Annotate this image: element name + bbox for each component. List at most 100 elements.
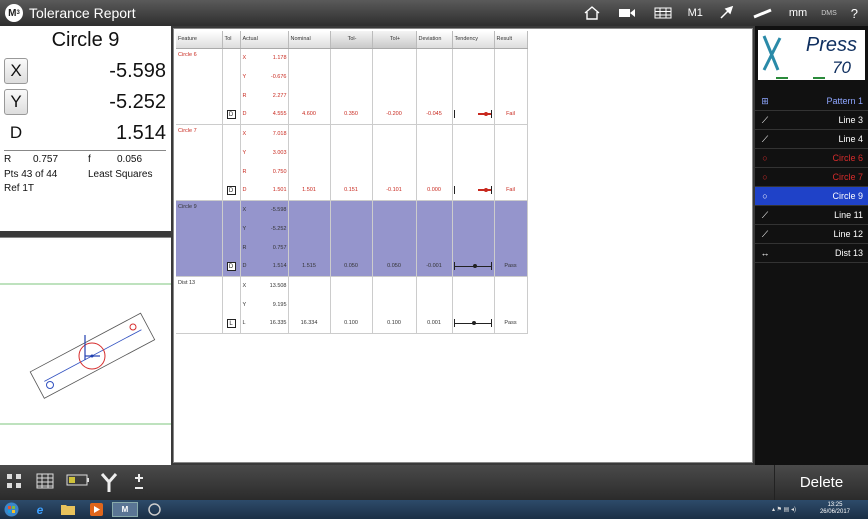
probe-icon[interactable] [719, 6, 735, 20]
actual-cell: L 16.335 [240, 314, 289, 334]
part-view[interactable] [0, 237, 171, 465]
table-row[interactable]: D D 1.501 1.501 0.151 -0.101 0.000 Fail [176, 181, 528, 201]
tol-minus-cell: 0.350 [330, 105, 373, 125]
column-header-deviation[interactable]: Deviation [416, 31, 453, 49]
actual-value: 3.003 [272, 149, 287, 156]
actual-value: -0.676 [270, 73, 287, 80]
tol-plus-cell [372, 238, 417, 257]
feature-list-item-circle-9[interactable]: ○ Circle 9 [755, 187, 868, 206]
angle-units-label[interactable]: DMS [821, 10, 837, 17]
tolerance-type-box[interactable]: L [226, 318, 236, 328]
table-row[interactable]: R 2.277 [176, 86, 528, 105]
feature-list-item-pattern-1[interactable]: ⊞ Pattern 1 [755, 92, 868, 111]
tendency-cell [452, 86, 495, 105]
system-clock[interactable]: 13:25 26/06/2017 [820, 502, 850, 516]
feature-list-item-dist-13[interactable]: ↔ Dist 13 [755, 244, 868, 263]
table-row[interactable]: Y 3.003 [176, 143, 528, 162]
start-icon[interactable] [2, 502, 20, 517]
feature-cell: Circle 6 [176, 48, 223, 67]
media-player-icon[interactable] [88, 502, 104, 517]
actual-value: 0.757 [272, 244, 287, 251]
feature-list-item-line-3[interactable]: ⟋ Line 3 [755, 111, 868, 130]
feature-list-item-line-4[interactable]: ⟋ Line 4 [755, 130, 868, 149]
column-header-tol-[interactable]: Tol+ [372, 31, 417, 49]
tol-cell [222, 86, 241, 105]
tol-cell: D [222, 105, 241, 125]
feature-list-item-circle-7[interactable]: ○ Circle 7 [755, 168, 868, 187]
tolerance-type-box[interactable]: D [226, 261, 236, 271]
column-header-feature[interactable]: Feature [176, 31, 223, 49]
feature-list-label: Line 12 [833, 229, 863, 239]
actual-cell: R 0.757 [240, 238, 289, 257]
feature-cell [176, 295, 223, 314]
tolerance-type-box[interactable]: D [226, 185, 236, 195]
table-row[interactable]: Y -5.252 [176, 219, 528, 238]
table-row[interactable]: R 0.750 [176, 162, 528, 181]
tolerance-y-icon[interactable] [100, 473, 118, 498]
tolerance-type-box[interactable]: D [226, 109, 236, 119]
column-header-nominal[interactable]: Nominal [288, 31, 331, 49]
axis-label: X [242, 206, 247, 213]
table-row[interactable]: Dist 13 X 13.508 [176, 276, 528, 295]
folder-icon[interactable] [60, 502, 76, 517]
deviation-cell [416, 67, 453, 86]
column-header-tol[interactable]: Tol [222, 31, 241, 49]
readout-row-y: Y -5.252 [4, 88, 166, 116]
tray-icons[interactable]: ▴ ⚑ ▤ ◂) [764, 502, 804, 517]
table-view-icon[interactable] [654, 7, 672, 19]
table-row[interactable]: L L 16.335 16.334 0.100 0.100 0.001 Pass [176, 314, 528, 334]
actual-cell: X 13.508 [240, 276, 289, 295]
column-header-tendency[interactable]: Tendency [452, 31, 495, 49]
tendency-cell [452, 257, 495, 277]
table-row[interactable]: R 0.757 [176, 238, 528, 257]
tol-plus-cell [372, 67, 417, 86]
feature-grid-icon[interactable] [6, 473, 22, 494]
deviation-cell [416, 238, 453, 257]
app-taskbar-button[interactable] [142, 502, 166, 517]
axis-label: Y [242, 73, 247, 80]
tol-plus-cell [372, 200, 417, 219]
home-icon[interactable] [584, 6, 600, 20]
result-cell [494, 295, 528, 314]
delete-button[interactable]: Delete [774, 465, 868, 500]
ruler-icon[interactable] [753, 7, 773, 19]
units-label[interactable]: mm [789, 7, 807, 19]
table-row[interactable]: Circle 7 X 7.018 [176, 124, 528, 143]
column-header-tol-[interactable]: Tol- [330, 31, 373, 49]
feature-list-item-line-12[interactable]: ⟋ Line 12 [755, 225, 868, 244]
result-cell [494, 143, 528, 162]
readout-panel: Circle 9 X -5.598 Y -5.252 D 1.514 R 0.7… [0, 26, 171, 231]
column-header-result[interactable]: Result [494, 31, 528, 49]
browser-icon[interactable]: e [32, 502, 48, 517]
tol-minus-cell [330, 200, 373, 219]
feature-list-item-circle-6[interactable]: ○ Circle 6 [755, 149, 868, 168]
tol-plus-cell: 0.100 [372, 314, 417, 334]
magnification-label[interactable]: M1 [688, 7, 703, 19]
nominal-cell [288, 67, 331, 86]
m3-app-taskbar-button[interactable]: M [112, 502, 138, 517]
table-row[interactable]: Y -0.676 [176, 67, 528, 86]
nominal-cell: 1.501 [288, 181, 331, 201]
spreadsheet-icon[interactable] [36, 473, 54, 494]
battery-icon[interactable] [66, 473, 90, 492]
axis-x-button[interactable]: X [4, 58, 28, 84]
table-row[interactable]: Y 9.195 [176, 295, 528, 314]
column-header-actual[interactable]: Actual [240, 31, 289, 49]
nominal-cell [288, 162, 331, 181]
tendency-cell [452, 48, 495, 67]
table-row[interactable]: D D 1.514 1.515 0.050 0.050 -0.001 Pass [176, 257, 528, 277]
table-row[interactable]: D D 4.555 4.600 0.350 -0.200 -0.045 Fail [176, 105, 528, 125]
nominal-cell [288, 86, 331, 105]
axis-y-button[interactable]: Y [4, 89, 28, 115]
feature-cell [176, 219, 223, 238]
tol-cell [222, 67, 241, 86]
table-row[interactable]: Circle 9 X -5.598 [176, 200, 528, 219]
feature-list-item-line-11[interactable]: ⟋ Line 11 [755, 206, 868, 225]
axis-d-label: D [9, 123, 23, 142]
table-row[interactable]: Circle 6 X 1.178 [176, 48, 528, 67]
actual-cell: Y 9.195 [240, 295, 289, 314]
help-button[interactable]: ? [851, 6, 858, 21]
video-camera-icon[interactable] [618, 7, 636, 19]
plus-minus-icon[interactable] [133, 473, 145, 498]
axis-label: R [242, 168, 247, 175]
